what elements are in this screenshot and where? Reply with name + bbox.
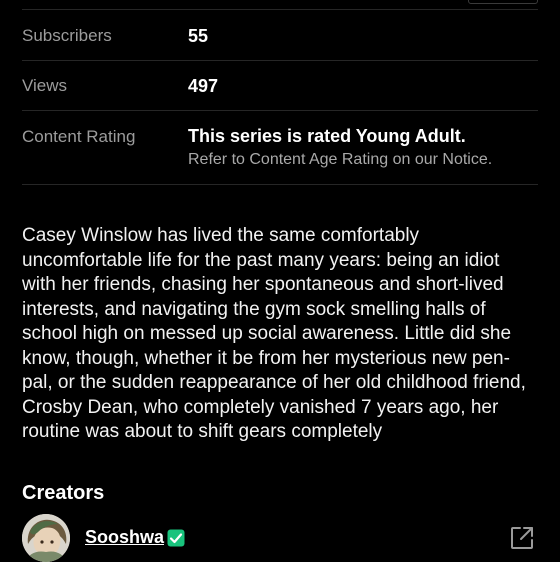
subscribers-label: Subscribers bbox=[22, 26, 112, 45]
divider bbox=[22, 184, 538, 185]
creator-name-link[interactable]: Sooshwa bbox=[85, 527, 164, 548]
top-button-edge[interactable] bbox=[468, 0, 538, 4]
verified-badge-icon bbox=[167, 529, 185, 547]
series-description: Casey Winslow has lived the same comfort… bbox=[22, 225, 526, 442]
divider bbox=[22, 110, 538, 111]
divider bbox=[22, 60, 538, 61]
views-label: Views bbox=[22, 76, 68, 95]
content-rating-label: Content Rating bbox=[22, 127, 136, 146]
divider bbox=[22, 9, 538, 10]
external-link-icon[interactable] bbox=[509, 525, 535, 551]
avatar-portrait-icon bbox=[22, 514, 70, 562]
content-rating-note: Refer to Content Age Rating on our Notic… bbox=[188, 151, 493, 168]
subscribers-value: 55 bbox=[188, 26, 209, 46]
content-rating-value: This series is rated Young Adult. bbox=[188, 126, 466, 146]
creators-heading: Creators bbox=[22, 482, 105, 504]
views-value: 497 bbox=[188, 76, 219, 96]
creator-avatar[interactable] bbox=[22, 514, 70, 562]
